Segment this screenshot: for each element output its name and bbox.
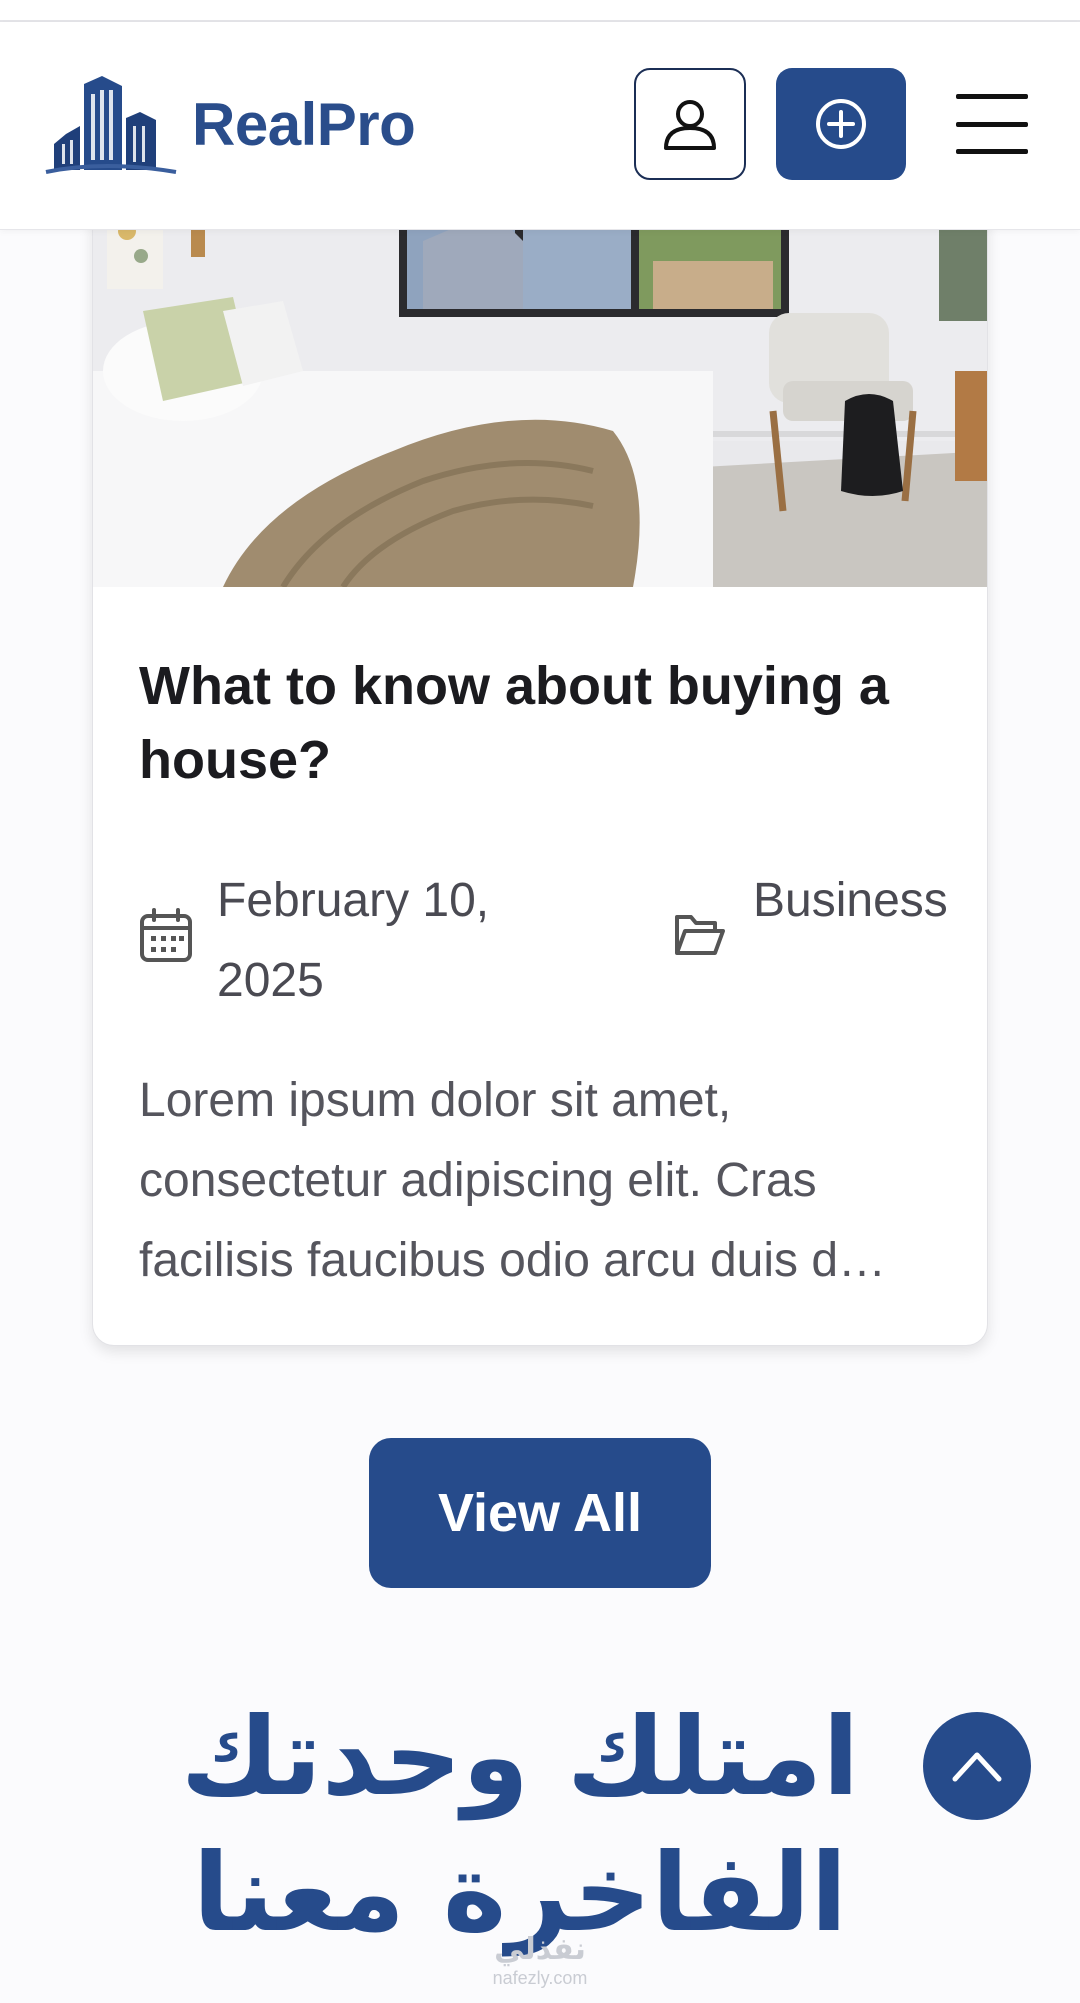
status-strip	[0, 0, 1080, 22]
page: RealPro What to know about buying a hous…	[0, 0, 1080, 2003]
brand-logo[interactable]: RealPro	[44, 74, 416, 174]
view-all-button[interactable]: View All	[369, 1438, 711, 1588]
section-headline: امتلك وحدتك الفاخرة معنا	[180, 1695, 860, 1956]
scroll-to-top-button[interactable]	[923, 1712, 1031, 1820]
watermark-arabic: نفذلي	[494, 1932, 586, 1967]
plus-circle-icon	[816, 99, 866, 149]
folder-open-icon	[675, 915, 725, 955]
add-listing-button[interactable]	[776, 68, 906, 180]
building-logo-icon	[45, 76, 177, 174]
profile-button[interactable]	[634, 68, 746, 180]
user-icon	[664, 100, 716, 150]
chevron-up-icon	[952, 1752, 1002, 1782]
watermark-url: nafezly.com	[492, 1968, 588, 1988]
post-category[interactable]: Business	[753, 861, 953, 941]
bedroom-photo	[93, 201, 987, 587]
hamburger-menu-icon[interactable]	[956, 94, 1028, 154]
blog-post-card[interactable]: What to know about buying a house? Febru…	[92, 200, 988, 1346]
watermark: نفذلي nafezly.com	[462, 1932, 618, 1988]
post-excerpt: Lorem ipsum dolor sit amet, consectetur …	[139, 1074, 887, 1287]
post-date: February 10, 2025	[217, 874, 490, 1007]
post-title[interactable]: What to know about buying a house?	[139, 649, 959, 797]
site-header: RealPro	[0, 22, 1080, 230]
calendar-icon	[140, 908, 192, 962]
post-image[interactable]	[93, 201, 987, 587]
brand-name: RealPro	[192, 90, 416, 158]
